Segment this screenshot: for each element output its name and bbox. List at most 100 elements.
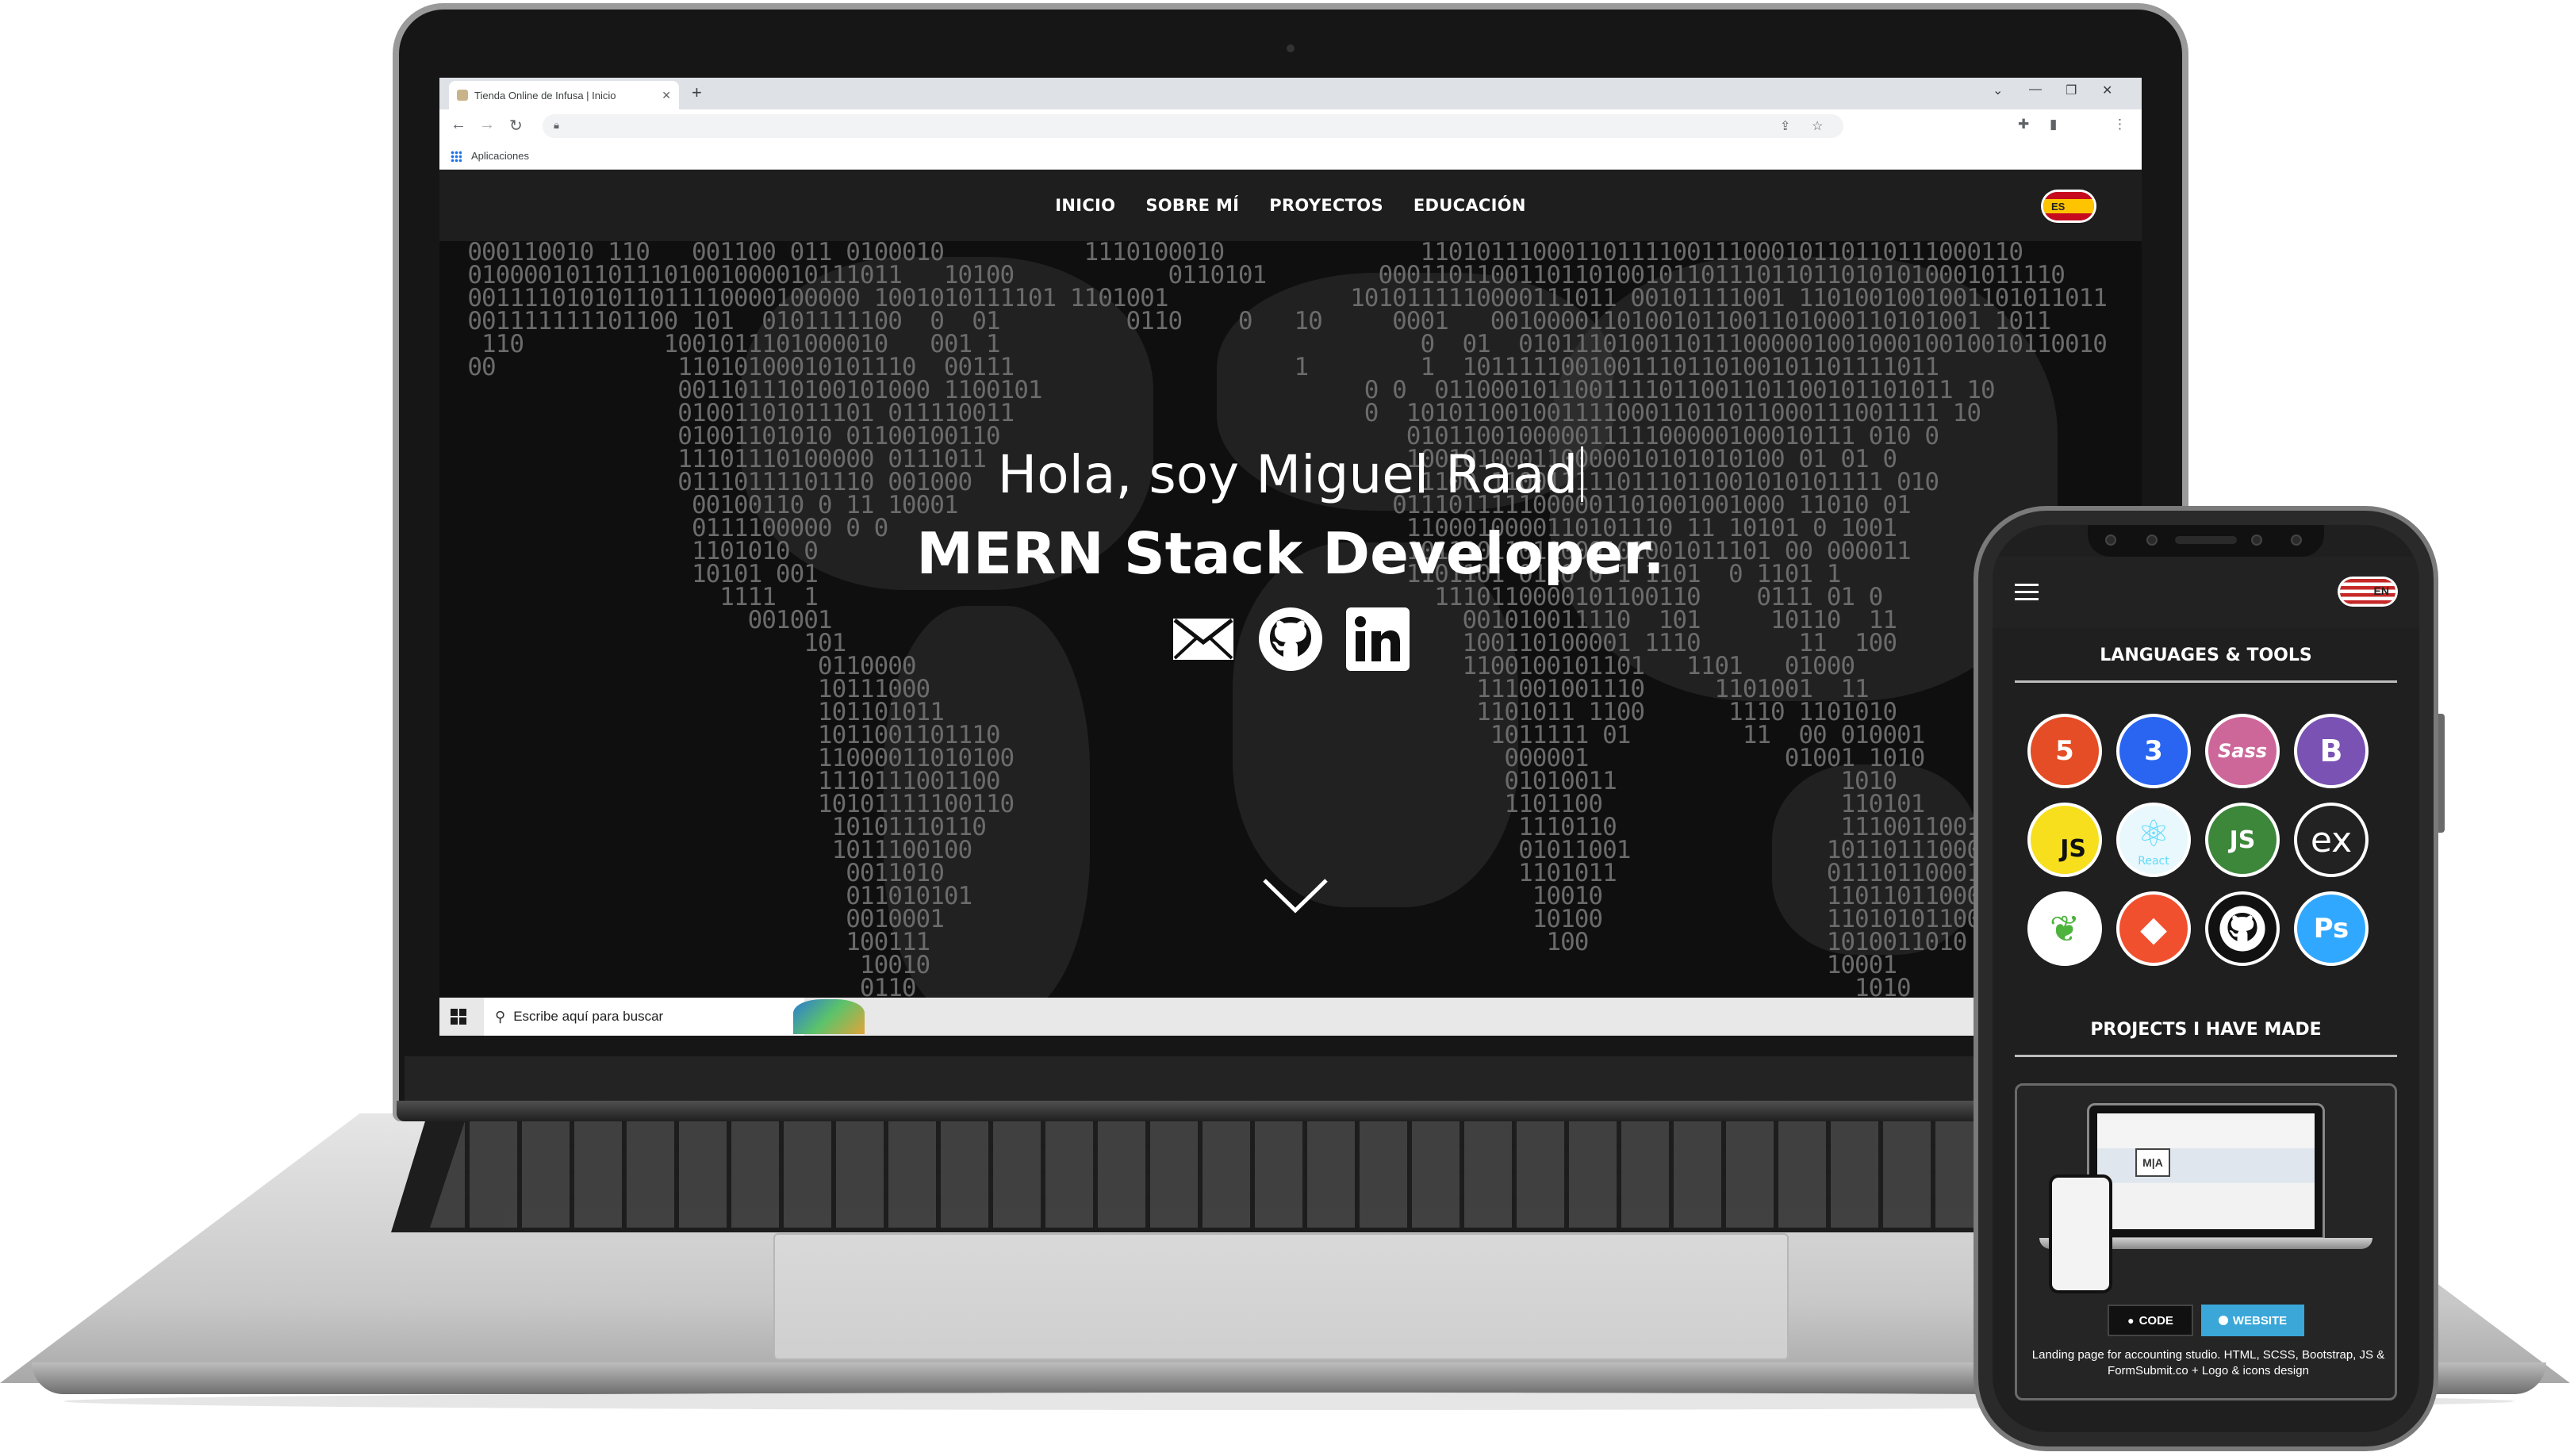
- minimize-icon[interactable]: —: [2029, 82, 2042, 97]
- taskbar-search[interactable]: ⚲ Escribe aquí para buscar: [484, 998, 865, 1036]
- browser-tab[interactable]: Tienda Online de Infusa | Inicio ✕: [449, 81, 679, 109]
- laptop-screen: Tienda Online de Infusa | Inicio ✕ + ⌄ —…: [439, 78, 2142, 1036]
- restore-icon[interactable]: ❐: [2066, 82, 2077, 98]
- phone-language-code: EN: [2373, 584, 2389, 597]
- back-icon[interactable]: ←: [451, 116, 466, 134]
- nodejs-glyph: JS: [2229, 826, 2256, 854]
- taskbar-search-placeholder: Escribe aquí para buscar: [513, 1009, 664, 1024]
- nav-inicio[interactable]: INICIO: [1055, 196, 1115, 215]
- typing-cursor: [1581, 446, 1584, 502]
- phone-site-header: EN: [1993, 557, 2419, 628]
- email-icon[interactable]: [1170, 606, 1237, 672]
- sensor-icon: [2146, 535, 2158, 546]
- phone-side-button: [2438, 714, 2445, 833]
- close-tab-icon[interactable]: ✕: [662, 89, 671, 102]
- projects-section-title: PROJECTS I HAVE MADE: [2090, 1020, 2322, 1040]
- nodejs-icon: JS: [2205, 803, 2280, 877]
- bookmark-apps[interactable]: Aplicaciones: [471, 150, 529, 162]
- face-id-icon: [2291, 535, 2302, 546]
- project-preview-phone: [2049, 1174, 2112, 1293]
- side-panel-icon[interactable]: ▮: [2050, 117, 2057, 132]
- forward-icon[interactable]: →: [479, 116, 495, 134]
- laptop-hinge: [397, 1101, 2184, 1121]
- share-icon[interactable]: ⇪: [1780, 118, 1790, 134]
- github-icon: [2205, 891, 2280, 966]
- photoshop-icon: Ps: [2294, 891, 2369, 966]
- website-button[interactable]: WEBSITE: [2201, 1305, 2304, 1336]
- phone-notch: [2088, 525, 2324, 557]
- hero-greeting: Hola, soy Miguel Raad: [439, 444, 2142, 505]
- hero-greeting-text: Hola, soy Miguel Raad: [997, 444, 1578, 505]
- code-button-label: CODE: [2138, 1313, 2173, 1328]
- projects-divider: [2015, 1055, 2397, 1057]
- sass-glyph: Sass: [2217, 740, 2268, 762]
- photoshop-glyph: Ps: [2313, 913, 2349, 944]
- browser-toolbar: ← → ↻ 🔒︎ ⇪ ☆ ✚ ▮ ⋮: [439, 109, 2142, 143]
- react-label: React: [2138, 855, 2169, 868]
- bootstrap-glyph: B: [2319, 734, 2343, 768]
- globe-icon: [2218, 1316, 2228, 1325]
- tools-grid: 5 3 Sass B JS ⚛ React JS ex ❦ ◆ Ps: [2027, 714, 2392, 966]
- bookmarks-bar: Aplicaciones: [439, 143, 2142, 170]
- code-button[interactable]: ● CODE: [2108, 1305, 2193, 1336]
- javascript-glyph: JS: [2060, 835, 2086, 863]
- project-logo: M|A: [2135, 1148, 2170, 1177]
- language-toggle[interactable]: ES: [2043, 192, 2094, 220]
- hero-section: 000110010 110 001100 011 0100010 1110100…: [439, 241, 2142, 1036]
- project-description: Landing page for accounting studio. HTML…: [2031, 1348, 2385, 1377]
- mongodb-icon: ❦: [2027, 891, 2102, 966]
- github-small-icon: ●: [2127, 1314, 2135, 1327]
- laptop-webcam: [1287, 44, 1295, 52]
- css3-glyph: 3: [2144, 735, 2163, 767]
- mongodb-glyph: ❦: [2049, 907, 2081, 950]
- address-bar[interactable]: 🔒︎ ⇪ ☆: [543, 114, 1843, 138]
- mockup-stage: Tienda Online de Infusa | Inicio ✕ + ⌄ —…: [0, 0, 2570, 1456]
- phone-language-toggle[interactable]: EN: [2340, 579, 2395, 604]
- tab-search-icon[interactable]: ⌄: [1993, 82, 2003, 98]
- react-glyph: ⚛: [2137, 812, 2170, 855]
- language-code: ES: [2051, 200, 2066, 213]
- react-icon: ⚛ React: [2116, 803, 2191, 877]
- browser-tab-bar: Tienda Online de Infusa | Inicio ✕ + ⌄ —…: [439, 78, 2142, 109]
- html5-icon: 5: [2027, 714, 2102, 788]
- github-mark-icon: [2219, 906, 2265, 952]
- front-camera-icon: [2105, 535, 2116, 546]
- tab-title: Tienda Online de Infusa | Inicio: [474, 89, 616, 102]
- extensions-icon[interactable]: ✚: [2018, 117, 2029, 132]
- tools-section-title: LANGUAGES & TOOLS: [2100, 646, 2312, 665]
- github-icon[interactable]: [1257, 606, 1324, 672]
- express-glyph: ex: [2310, 819, 2353, 860]
- search-icon: ⚲: [495, 1008, 506, 1025]
- social-links: [439, 606, 2142, 672]
- keyboard-keys: [430, 1121, 2140, 1228]
- windows-start-icon[interactable]: [451, 1009, 466, 1025]
- reload-icon[interactable]: ↻: [509, 116, 523, 136]
- scroll-down-chevron-icon[interactable]: [1261, 876, 1329, 915]
- javascript-icon: JS: [2027, 803, 2102, 877]
- bootstrap-icon: B: [2294, 714, 2369, 788]
- tools-divider: [2015, 680, 2397, 683]
- git-glyph: ◆: [2140, 908, 2167, 949]
- portfolio-site: INICIO SOBRE MÍ PROYECTOS EDUCACIÓN ES 0…: [439, 170, 2142, 1036]
- site-navbar: INICIO SOBRE MÍ PROYECTOS EDUCACIÓN ES: [439, 170, 2142, 241]
- website-button-label: WEBSITE: [2232, 1313, 2288, 1328]
- project-preview-screen: M|A: [2097, 1113, 2315, 1229]
- nav-sobre-mi[interactable]: SOBRE MÍ: [1145, 196, 1239, 215]
- linkedin-icon[interactable]: [1344, 606, 1411, 672]
- project-preview-laptop: M|A: [2087, 1103, 2325, 1240]
- bookmark-star-icon[interactable]: ☆: [1812, 118, 1823, 134]
- new-tab-button[interactable]: +: [692, 82, 702, 103]
- search-highlight-image: [793, 999, 865, 1034]
- git-icon: ◆: [2116, 891, 2191, 966]
- laptop-trackpad: [773, 1233, 1789, 1360]
- menu-kebab-icon[interactable]: ⋮: [2113, 117, 2127, 132]
- hero-role: MERN Stack Developer.: [916, 520, 1665, 587]
- nav-proyectos[interactable]: PROYECTOS: [1269, 196, 1383, 215]
- nav-educacion[interactable]: EDUCACIÓN: [1414, 196, 1526, 215]
- laptop-bezel: [405, 1056, 2177, 1102]
- hamburger-menu-icon[interactable]: [2015, 584, 2039, 601]
- close-window-icon[interactable]: ✕: [2102, 82, 2112, 98]
- css3-icon: 3: [2116, 714, 2191, 788]
- phone-screen: EN LANGUAGES & TOOLS 5 3 Sass B JS ⚛ Rea…: [1993, 525, 2419, 1432]
- apps-grid-icon[interactable]: [451, 151, 462, 162]
